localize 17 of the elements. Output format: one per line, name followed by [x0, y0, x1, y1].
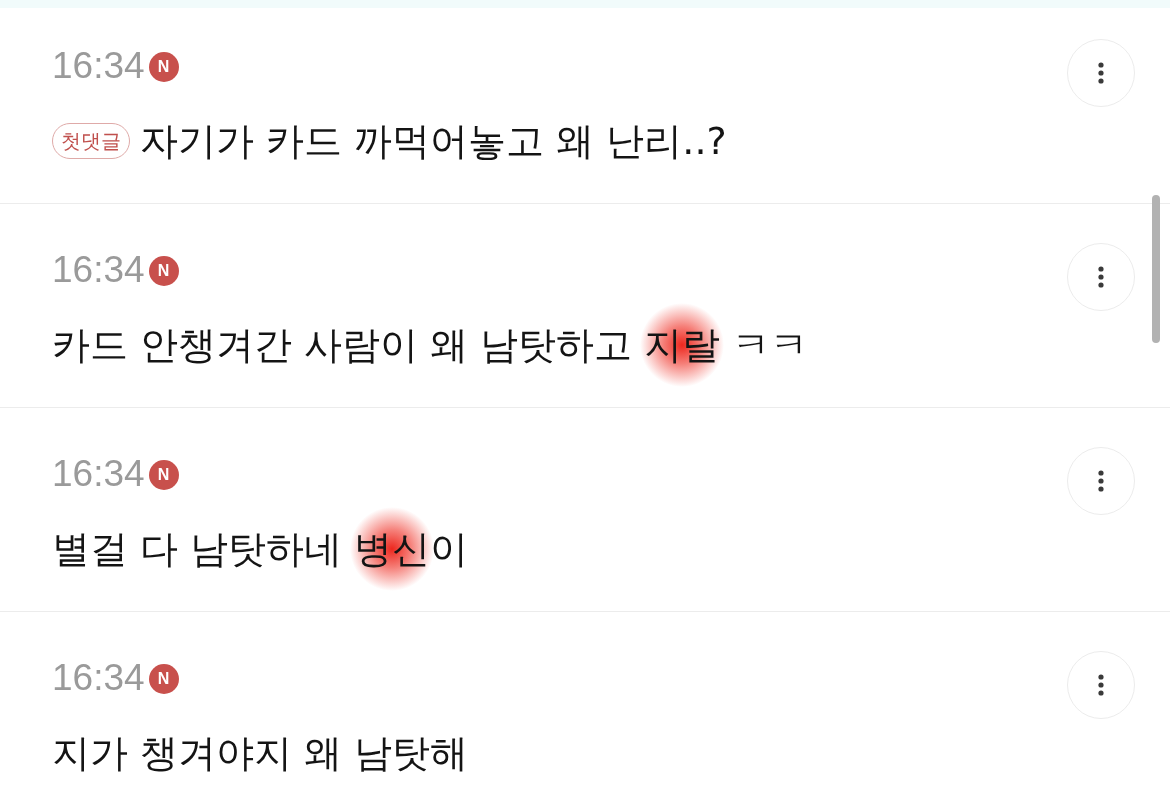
new-badge: N	[148, 52, 179, 82]
comment-text: 카드 안챙겨간 사람이 왜 남탓하고 지랄 ㅋㅋ	[52, 310, 809, 380]
comment-time: 16:34	[52, 44, 145, 88]
comment-text: 별걸 다 남탓하네 병신이	[52, 514, 469, 584]
more-vertical-icon	[1098, 470, 1104, 492]
comment-text: 지가 챙겨야지 왜 남탓해	[52, 730, 469, 777]
more-vertical-icon	[1098, 266, 1104, 288]
new-badge: N	[148, 664, 179, 694]
comment-time: 16:34	[52, 452, 145, 496]
new-badge: N	[148, 256, 179, 286]
comment-text: 자기가 카드 까먹어놓고 왜 난리..?	[140, 118, 727, 165]
scrollbar[interactable]	[1152, 195, 1160, 343]
comment-time: 16:34	[52, 656, 145, 700]
more-vertical-icon	[1098, 674, 1104, 696]
comment-time: 16:34	[52, 248, 145, 292]
more-vertical-icon	[1098, 62, 1104, 84]
new-badge: N	[148, 460, 179, 490]
